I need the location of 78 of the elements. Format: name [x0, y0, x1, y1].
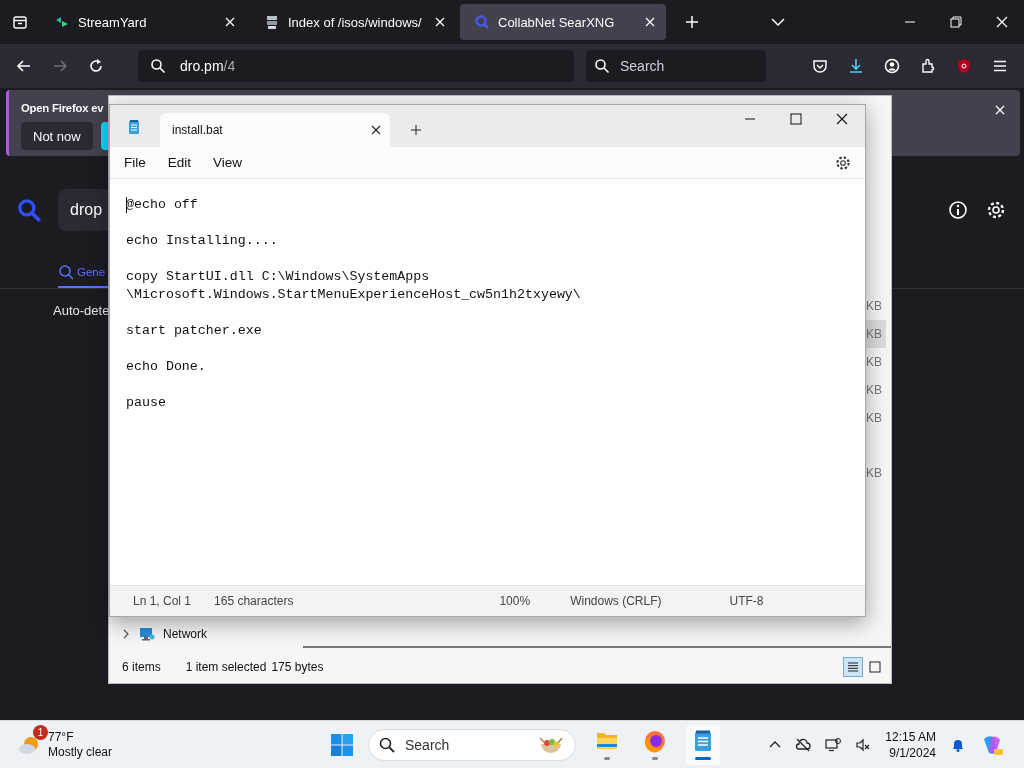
menu-item[interactable]: View: [213, 155, 243, 170]
menu-icon[interactable]: [992, 58, 1008, 74]
monitor-icon[interactable]: [825, 736, 842, 753]
menu-item[interactable]: Edit: [167, 155, 192, 170]
details-view-button[interactable]: [843, 657, 863, 677]
file-tab[interactable]: install.bat: [160, 113, 390, 147]
size-cell[interactable]: KB: [865, 459, 886, 487]
browser-tab[interactable]: Index of /isos/windows/: [250, 4, 456, 40]
search-icon: [58, 264, 74, 280]
forward-icon[interactable]: [52, 58, 68, 74]
notification-badge: 1: [33, 724, 48, 740]
size-cell[interactable]: KB: [865, 292, 886, 320]
pocket-icon[interactable]: [812, 58, 828, 74]
start-icon[interactable]: [330, 732, 354, 757]
character-count: 165 characters: [214, 594, 294, 608]
speaker-muted-icon[interactable]: [855, 736, 872, 753]
search-icon: [16, 197, 42, 223]
restore-icon[interactable]: [950, 16, 962, 28]
size-cell[interactable]: KB: [865, 404, 886, 432]
extensions-icon[interactable]: [920, 58, 936, 74]
language-label[interactable]: Auto-dete: [53, 303, 110, 720]
notepad-icon: [126, 119, 142, 135]
taskbar-search-field[interactable]: Search: [368, 728, 576, 761]
favicon-icon: [474, 14, 490, 30]
clock[interactable]: 12:15 AM 9/1/2024: [885, 728, 936, 761]
maximize-icon[interactable]: [790, 113, 802, 125]
menu-item[interactable]: File: [124, 155, 146, 170]
search-icon: [594, 58, 610, 74]
temperature: 77°F: [48, 729, 75, 745]
square-icon: [869, 661, 881, 673]
network-icon: [139, 626, 155, 642]
size-cell[interactable]: KB: [865, 348, 886, 376]
account-icon[interactable]: [884, 58, 900, 74]
favicon-icon: [54, 14, 70, 30]
primary-button[interactable]: [100, 122, 109, 150]
reload-icon[interactable]: [88, 58, 104, 74]
code-line: pause: [126, 394, 167, 412]
code-line: @echo off: [126, 196, 199, 214]
address-field[interactable]: dro.pm/4: [138, 50, 574, 82]
code-line: start patcher.exe: [126, 322, 263, 340]
selection-size: 175 bytes: [271, 660, 324, 674]
browser-tab[interactable]: CollabNet SearXNG: [460, 4, 666, 40]
close-icon[interactable]: [370, 124, 382, 136]
zoom-level: 100%: [499, 594, 531, 608]
selection-status: 1 item selected: [185, 660, 267, 674]
download-icon[interactable]: [848, 58, 864, 74]
code-line: echo Done.: [126, 358, 207, 376]
tree-item[interactable]: Network: [109, 626, 207, 642]
back-icon[interactable]: [16, 58, 32, 74]
text-editor[interactable]: @echo off echo Installing.... copy StartUI.dll C:\Windows\SystemApps \Microsoft.Windows.StartMenuExperienceHost_cw5n1h2txyewy\ start patcher.exe echo Done. pause: [110, 179, 865, 585]
notification-title: Open Firefox ev: [21, 102, 105, 114]
dismiss-button[interactable]: Not now: [21, 122, 93, 150]
info-icon[interactable]: [948, 200, 968, 220]
new-tab-icon[interactable]: [410, 124, 422, 136]
search-field[interactable]: Search: [586, 50, 766, 82]
code-line: echo Installing....: [126, 232, 279, 250]
item-count: 6 items: [122, 660, 161, 674]
cloud-off-icon[interactable]: [795, 736, 812, 753]
settings-icon[interactable]: [835, 154, 851, 171]
code-line: copy StartUI.dll C:\Windows\SystemApps \Microsoft.Windows.StartMenuExperienceHost_cw5n1h2txyewy\: [126, 268, 582, 304]
shield-icon[interactable]: [956, 58, 972, 74]
search-icon: [150, 58, 166, 74]
food-bowl-icon: [537, 734, 565, 755]
close-icon[interactable]: [836, 113, 848, 125]
cursor-position: Ln 1, Col 1: [133, 594, 192, 608]
line-ending: Windows (CRLF): [570, 594, 662, 608]
list-icon: [847, 661, 859, 673]
tab-overview-icon[interactable]: [12, 14, 28, 30]
favicon-icon: [264, 14, 280, 30]
encoding: UTF-8: [729, 594, 764, 608]
search-icon: [379, 736, 395, 753]
browser-tab[interactable]: StreamYard: [40, 4, 246, 40]
chevron-right-icon: [121, 629, 131, 639]
notepad-app-icon[interactable]: [686, 724, 720, 765]
scrollbar[interactable]: [303, 646, 891, 648]
weather-condition: Mostly clear: [48, 744, 112, 760]
size-cell[interactable]: KB: [865, 376, 886, 404]
query-field[interactable]: drop: [58, 189, 108, 231]
